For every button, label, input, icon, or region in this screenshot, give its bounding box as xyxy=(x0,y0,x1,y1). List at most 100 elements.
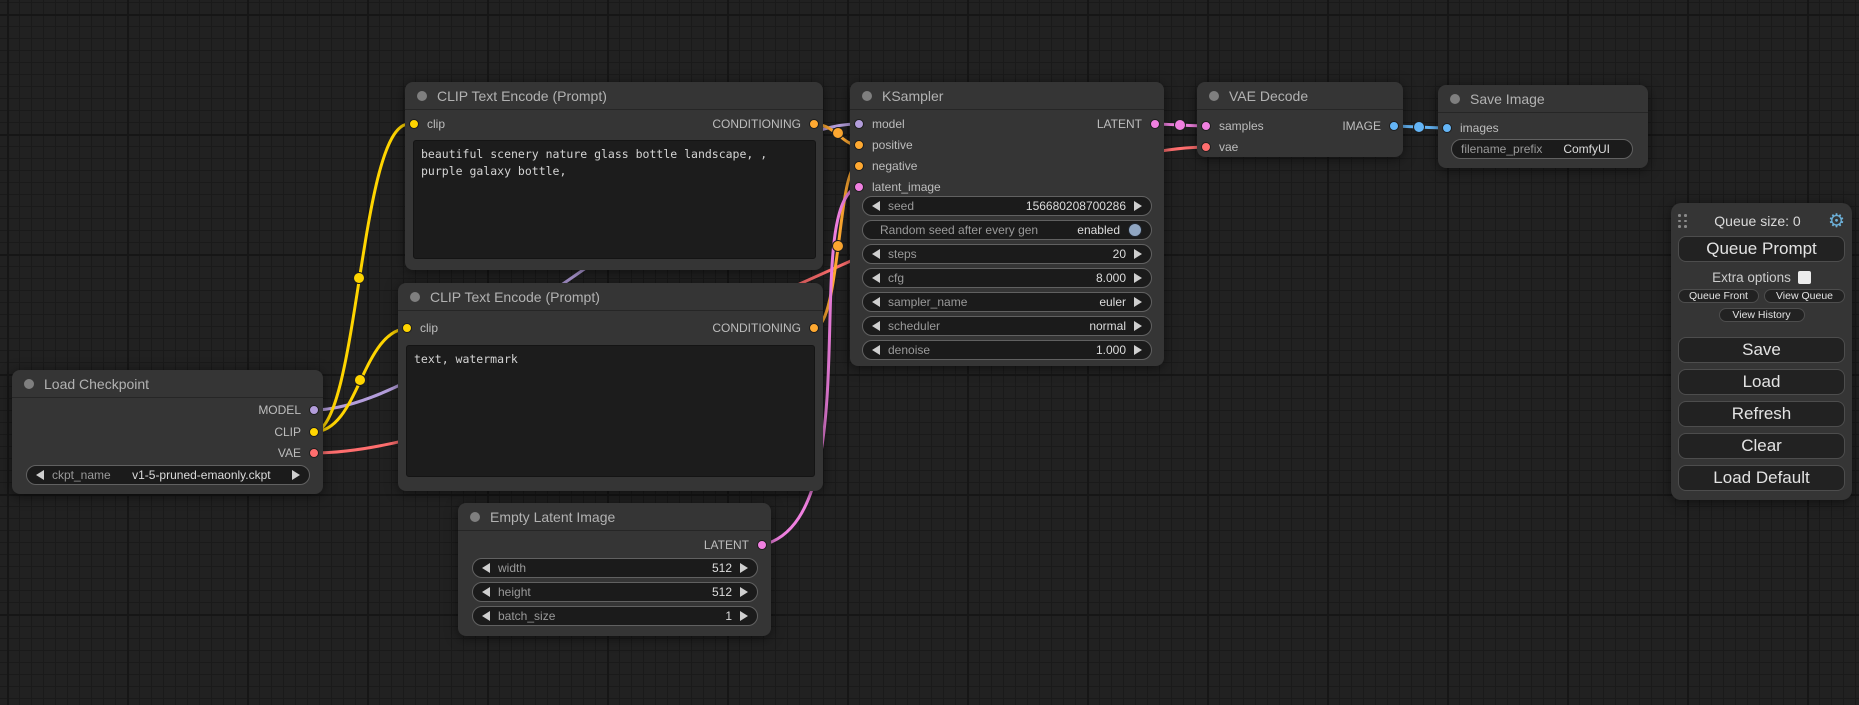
drag-handle-icon[interactable] xyxy=(1678,214,1687,228)
model-port-icon[interactable] xyxy=(854,119,864,129)
node-title-bar[interactable]: Load Checkpoint xyxy=(12,370,323,398)
decrement-arrow-icon[interactable] xyxy=(872,345,880,355)
refresh-button[interactable]: Refresh xyxy=(1678,401,1845,427)
output-vae: VAE xyxy=(278,443,319,463)
comfyui-canvas[interactable]: { "colors": { "model": "#B39DDB", "clip"… xyxy=(0,0,1859,705)
negative-prompt-textarea[interactable]: text, watermark xyxy=(406,345,815,477)
increment-arrow-icon[interactable] xyxy=(1134,273,1142,283)
queue-front-button[interactable]: Queue Front xyxy=(1678,289,1759,303)
toggle-icon[interactable] xyxy=(1128,223,1142,237)
node-title-bar[interactable]: CLIP Text Encode (Prompt) xyxy=(405,82,823,110)
decrement-arrow-icon[interactable] xyxy=(482,587,490,597)
latent-port-icon[interactable] xyxy=(854,182,864,192)
clip-port-icon[interactable] xyxy=(309,427,319,437)
node-title-bar[interactable]: Save Image xyxy=(1438,85,1648,113)
widget-height[interactable]: height 512 xyxy=(472,582,758,602)
node-title-bar[interactable]: CLIP Text Encode (Prompt) xyxy=(398,283,823,311)
node-title: KSampler xyxy=(882,88,943,104)
node-save-image[interactable]: Save Image images filename_prefix ComfyU… xyxy=(1438,85,1648,168)
clear-button[interactable]: Clear xyxy=(1678,433,1845,459)
node-title-bar[interactable]: Empty Latent Image xyxy=(458,503,771,531)
node-load-checkpoint[interactable]: Load Checkpoint MODEL CLIP VAE ckpt_name… xyxy=(12,370,323,494)
conditioning-port-icon[interactable] xyxy=(809,323,819,333)
latent-port-icon[interactable] xyxy=(1150,119,1160,129)
widget-width[interactable]: width 512 xyxy=(472,558,758,578)
node-vae-decode[interactable]: VAE Decode samples vae IMAGE xyxy=(1197,82,1403,157)
load-button[interactable]: Load xyxy=(1678,369,1845,395)
widget-ckpt-name[interactable]: ckpt_name v1-5-pruned-emaonly.ckpt xyxy=(26,465,310,485)
widget-random-seed[interactable]: Random seed after every gen enabled xyxy=(862,220,1152,240)
increment-arrow-icon[interactable] xyxy=(740,587,748,597)
image-port-icon[interactable] xyxy=(1442,123,1452,133)
clip-port-icon[interactable] xyxy=(402,323,412,333)
extra-options-checkbox[interactable] xyxy=(1798,271,1811,284)
widget-filename-prefix[interactable]: filename_prefix ComfyUI xyxy=(1451,139,1633,159)
load-default-button[interactable]: Load Default xyxy=(1678,465,1845,491)
node-title: Load Checkpoint xyxy=(44,376,149,392)
decrement-arrow-icon[interactable] xyxy=(482,563,490,573)
increment-arrow-icon[interactable] xyxy=(740,611,748,621)
widget-denoise[interactable]: denoise 1.000 xyxy=(862,340,1152,360)
widget-steps[interactable]: steps 20 xyxy=(862,244,1152,264)
link-dot xyxy=(833,128,844,139)
output-image: IMAGE xyxy=(1342,116,1399,136)
decrement-arrow-icon[interactable] xyxy=(872,273,880,283)
increment-arrow-icon[interactable] xyxy=(292,470,300,480)
increment-arrow-icon[interactable] xyxy=(1134,345,1142,355)
decrement-arrow-icon[interactable] xyxy=(482,611,490,621)
node-empty-latent-image[interactable]: Empty Latent Image LATENT width 512 heig… xyxy=(458,503,771,636)
decrement-arrow-icon[interactable] xyxy=(36,470,44,480)
input-latent-image: latent_image xyxy=(854,177,941,197)
image-port-icon[interactable] xyxy=(1389,121,1399,131)
view-history-button[interactable]: View History xyxy=(1719,308,1805,322)
widget-seed[interactable]: seed 156680208700286 xyxy=(862,196,1152,216)
output-conditioning: CONDITIONING xyxy=(712,318,819,338)
conditioning-port-icon[interactable] xyxy=(854,140,864,150)
increment-arrow-icon[interactable] xyxy=(1134,201,1142,211)
widget-sampler-name[interactable]: sampler_name euler xyxy=(862,292,1152,312)
widget-scheduler[interactable]: scheduler normal xyxy=(862,316,1152,336)
input-clip: clip xyxy=(402,318,438,338)
decrement-arrow-icon[interactable] xyxy=(872,297,880,307)
increment-arrow-icon[interactable] xyxy=(1134,321,1142,331)
collapse-dot-icon[interactable] xyxy=(410,292,420,302)
node-clip-encode-positive[interactable]: CLIP Text Encode (Prompt) clip CONDITION… xyxy=(405,82,823,270)
view-queue-button[interactable]: View Queue xyxy=(1764,289,1845,303)
output-model: MODEL xyxy=(258,400,319,420)
decrement-arrow-icon[interactable] xyxy=(872,249,880,259)
conditioning-port-icon[interactable] xyxy=(854,161,864,171)
vae-port-icon[interactable] xyxy=(309,448,319,458)
clip-port-icon[interactable] xyxy=(409,119,419,129)
widget-cfg[interactable]: cfg 8.000 xyxy=(862,268,1152,288)
collapse-dot-icon[interactable] xyxy=(1209,91,1219,101)
link-dot xyxy=(355,375,366,386)
queue-menu-panel: Queue size: 0 ⚙ Queue Prompt Extra optio… xyxy=(1671,203,1852,500)
latent-port-icon[interactable] xyxy=(1201,121,1211,131)
node-title: VAE Decode xyxy=(1229,88,1308,104)
node-clip-encode-negative[interactable]: CLIP Text Encode (Prompt) clip CONDITION… xyxy=(398,283,823,491)
collapse-dot-icon[interactable] xyxy=(1450,94,1460,104)
node-title: Empty Latent Image xyxy=(490,509,615,525)
node-title-bar[interactable]: VAE Decode xyxy=(1197,82,1403,110)
positive-prompt-textarea[interactable]: beautiful scenery nature glass bottle la… xyxy=(413,140,816,259)
collapse-dot-icon[interactable] xyxy=(470,512,480,522)
input-model: model xyxy=(854,114,905,134)
collapse-dot-icon[interactable] xyxy=(417,91,427,101)
conditioning-port-icon[interactable] xyxy=(809,119,819,129)
collapse-dot-icon[interactable] xyxy=(24,379,34,389)
increment-arrow-icon[interactable] xyxy=(1134,297,1142,307)
latent-port-icon[interactable] xyxy=(757,540,767,550)
vae-port-icon[interactable] xyxy=(1201,142,1211,152)
collapse-dot-icon[interactable] xyxy=(862,91,872,101)
settings-gear-icon[interactable]: ⚙ xyxy=(1828,212,1845,231)
queue-prompt-button[interactable]: Queue Prompt xyxy=(1678,236,1845,262)
decrement-arrow-icon[interactable] xyxy=(872,201,880,211)
decrement-arrow-icon[interactable] xyxy=(872,321,880,331)
widget-batch-size[interactable]: batch_size 1 xyxy=(472,606,758,626)
increment-arrow-icon[interactable] xyxy=(740,563,748,573)
node-ksampler[interactable]: KSampler model positive negative latent_… xyxy=(850,82,1164,366)
increment-arrow-icon[interactable] xyxy=(1134,249,1142,259)
save-button[interactable]: Save xyxy=(1678,337,1845,363)
node-title-bar[interactable]: KSampler xyxy=(850,82,1164,110)
model-port-icon[interactable] xyxy=(309,405,319,415)
